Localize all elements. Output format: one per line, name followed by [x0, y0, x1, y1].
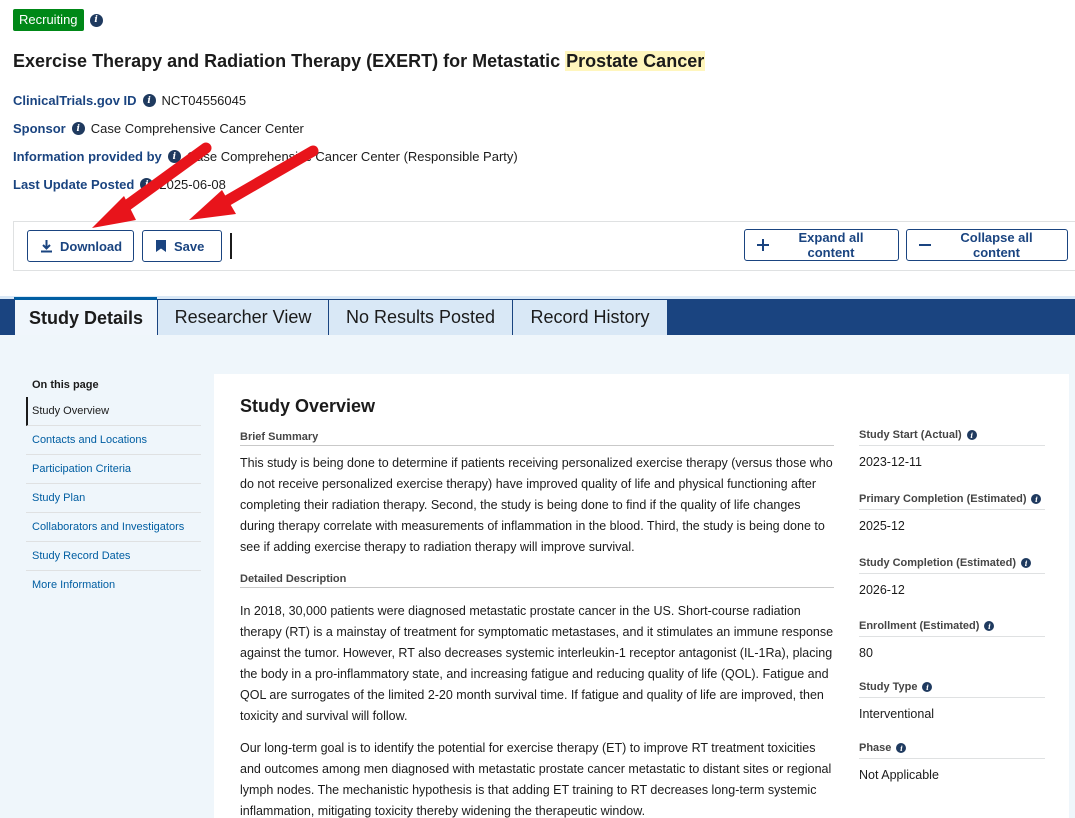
meta-label: Information provided by	[13, 149, 162, 164]
tab-researcher-view[interactable]: Researcher View	[157, 300, 328, 335]
tab-no-results-posted[interactable]: No Results Posted	[328, 300, 512, 335]
fact-label: Study Start (Actual) i	[859, 429, 1045, 446]
meta-last-update: Last Update Posted i 2025-06-08	[13, 177, 226, 192]
info-icon[interactable]: i	[1031, 494, 1042, 504]
fact-value: Not Applicable	[859, 768, 939, 782]
tab-label: Study Details	[28, 308, 144, 328]
detailed-description-p1: In 2018, 30,000 patients were diagnosed …	[240, 604, 834, 723]
status-row: Recruiting i	[13, 9, 103, 31]
on-this-page-nav: On this page Study Overview Contacts and…	[26, 373, 201, 600]
download-button[interactable]: Download	[27, 230, 134, 262]
fact-study-start: Study Start (Actual) i 2023-12-11	[859, 429, 1045, 469]
fact-key: Enrollment (Estimated)	[859, 620, 980, 632]
fact-study-completion: Study Completion (Estimated) i 2026-12	[859, 557, 1045, 597]
meta-value: NCT04556045	[161, 93, 247, 108]
fact-key: Phase	[859, 742, 892, 754]
meta-sponsor: Sponsor i Case Comprehensive Cancer Cent…	[13, 121, 304, 136]
download-icon	[41, 240, 52, 253]
fact-label: Phase i	[859, 742, 1045, 759]
fact-value: 80	[859, 646, 873, 660]
fact-phase: Phase i Not Applicable	[859, 742, 1045, 782]
nav-heading: On this page	[32, 379, 99, 391]
meta-value: 2025-06-08	[159, 177, 226, 192]
collapse-all-button[interactable]: Collapse all content	[906, 229, 1068, 261]
meta-value: Case Comprehensive Cancer Center	[90, 121, 304, 136]
fact-enrollment: Enrollment (Estimated) i 80	[859, 620, 1045, 660]
page-title: Exercise Therapy and Radiation Therapy (…	[13, 51, 706, 72]
tab-label: Researcher View	[174, 307, 312, 327]
fact-primary-completion: Primary Completion (Estimated) i 2025-12	[859, 493, 1045, 533]
info-icon[interactable]: i	[896, 743, 907, 753]
fact-label: Enrollment (Estimated) i	[859, 620, 1045, 637]
info-icon[interactable]: i	[140, 178, 154, 191]
collapse-all-label: Collapse all content	[960, 230, 1033, 260]
info-icon[interactable]: i	[167, 150, 181, 163]
fact-label: Study Type i	[859, 681, 1045, 698]
study-overview-card: Study Overview Brief Summary This study …	[214, 374, 1069, 818]
fact-value: Interventional	[859, 707, 935, 721]
fact-label: Primary Completion (Estimated) i	[859, 493, 1045, 510]
meta-label: ClinicalTrials.gov ID	[13, 93, 137, 108]
expand-all-label: Expand all content	[798, 230, 864, 260]
info-icon[interactable]: i	[922, 682, 933, 692]
fact-key: Study Type	[859, 681, 918, 693]
minus-icon	[919, 244, 931, 246]
fact-value: 2025-12	[859, 519, 905, 533]
tab-record-history[interactable]: Record History	[512, 300, 667, 335]
fact-label: Study Completion (Estimated) i	[859, 557, 1045, 574]
meta-label: Last Update Posted	[13, 177, 135, 192]
info-icon[interactable]: i	[966, 430, 977, 440]
fact-key: Study Start (Actual)	[859, 429, 962, 441]
plus-icon	[757, 239, 769, 251]
fact-key: Study Completion (Estimated)	[859, 557, 1017, 569]
meta-nct-id: ClinicalTrials.gov ID i NCT04556045	[13, 93, 246, 108]
section-heading: Study Overview	[240, 396, 376, 416]
fact-value: 2023-12-11	[859, 455, 923, 469]
brief-summary-label: Brief Summary	[240, 431, 834, 446]
nav-item-record-dates[interactable]: Study Record Dates	[26, 542, 201, 571]
tab-bar: Study Details Researcher View No Results…	[0, 296, 1075, 337]
download-label: Download	[60, 238, 123, 254]
detailed-description-label: Detailed Description	[240, 573, 834, 588]
save-label: Save	[174, 238, 205, 254]
info-icon[interactable]: i	[142, 94, 156, 107]
bookmark-icon	[156, 240, 166, 252]
info-icon[interactable]: i	[984, 621, 995, 631]
tab-study-details[interactable]: Study Details	[14, 297, 157, 337]
text-cursor-divider	[230, 233, 232, 259]
title-text: Exercise Therapy and Radiation Therapy (…	[13, 51, 566, 71]
save-button[interactable]: Save	[142, 230, 222, 262]
meta-info-provided: Information provided by i Case Comprehen…	[13, 149, 518, 164]
nav-item-collaborators[interactable]: Collaborators and Investigators	[26, 513, 201, 542]
tab-label: No Results Posted	[345, 307, 496, 327]
status-badge: Recruiting	[13, 9, 84, 31]
meta-label: Sponsor	[13, 121, 66, 136]
fact-value: 2026-12	[859, 583, 905, 597]
brief-summary-text: This study is being done to determine if…	[240, 456, 833, 554]
nav-item-study-plan[interactable]: Study Plan	[26, 484, 201, 513]
tab-label: Record History	[530, 307, 650, 327]
meta-value: Case Comprehensive Cancer Center (Respon…	[186, 149, 518, 164]
nav-item-contacts-locations[interactable]: Contacts and Locations	[26, 426, 201, 455]
nav-item-more-information[interactable]: More Information	[26, 571, 201, 600]
expand-all-button[interactable]: Expand all content	[744, 229, 899, 261]
info-icon[interactable]: i	[71, 122, 85, 135]
fact-key: Primary Completion (Estimated)	[859, 493, 1027, 505]
info-icon[interactable]: i	[89, 13, 103, 27]
nav-item-participation-criteria[interactable]: Participation Criteria	[26, 455, 201, 484]
header-area: Recruiting i Exercise Therapy and Radiat…	[0, 0, 1075, 296]
info-icon[interactable]: i	[1021, 558, 1032, 568]
fact-study-type: Study Type i Interventional	[859, 681, 1045, 721]
detailed-description-p2: Our long-term goal is to identify the po…	[240, 741, 832, 818]
nav-item-study-overview[interactable]: Study Overview	[26, 397, 201, 426]
title-highlight: Prostate Cancer	[565, 51, 706, 71]
